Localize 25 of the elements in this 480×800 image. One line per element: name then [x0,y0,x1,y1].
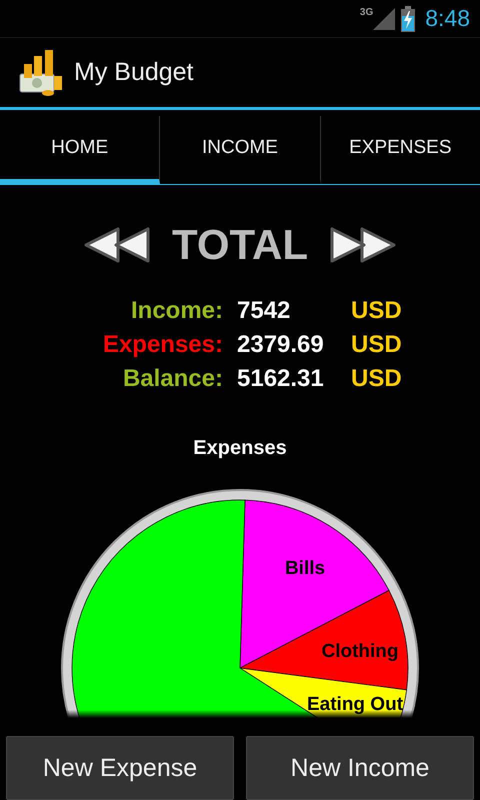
tab[interactable]: HOME [0,116,160,184]
network-label: 3G [360,7,374,18]
action-button[interactable]: New Income [246,736,474,800]
currency-label: USD [351,331,403,359]
slice-label: Clothing [321,641,399,662]
total-value: 7542 [237,297,292,325]
tab[interactable]: INCOME [160,116,321,184]
total-label: Income: [130,297,224,325]
total-value: 5162.31 [237,365,325,393]
action-button[interactable]: New Expense [6,736,234,800]
currency-label: USD [351,297,403,325]
chart-title: Expenses [193,437,287,460]
money-icon [18,50,64,96]
tab[interactable]: EXPENSES [320,116,480,184]
slice-label: Bills [284,558,326,579]
period-title: TOTAL [172,221,308,269]
app-title: My Budget [74,58,194,87]
currency-label: USD [351,365,403,393]
total-label: Balance: [122,365,224,393]
slice-label: Eating Out [306,694,404,715]
battery-icon [401,6,416,32]
clock: 8:48 [425,5,470,32]
signal-icon [373,8,396,30]
total-value: 2379.69 [237,331,325,359]
total-label: Expenses: [102,331,224,359]
